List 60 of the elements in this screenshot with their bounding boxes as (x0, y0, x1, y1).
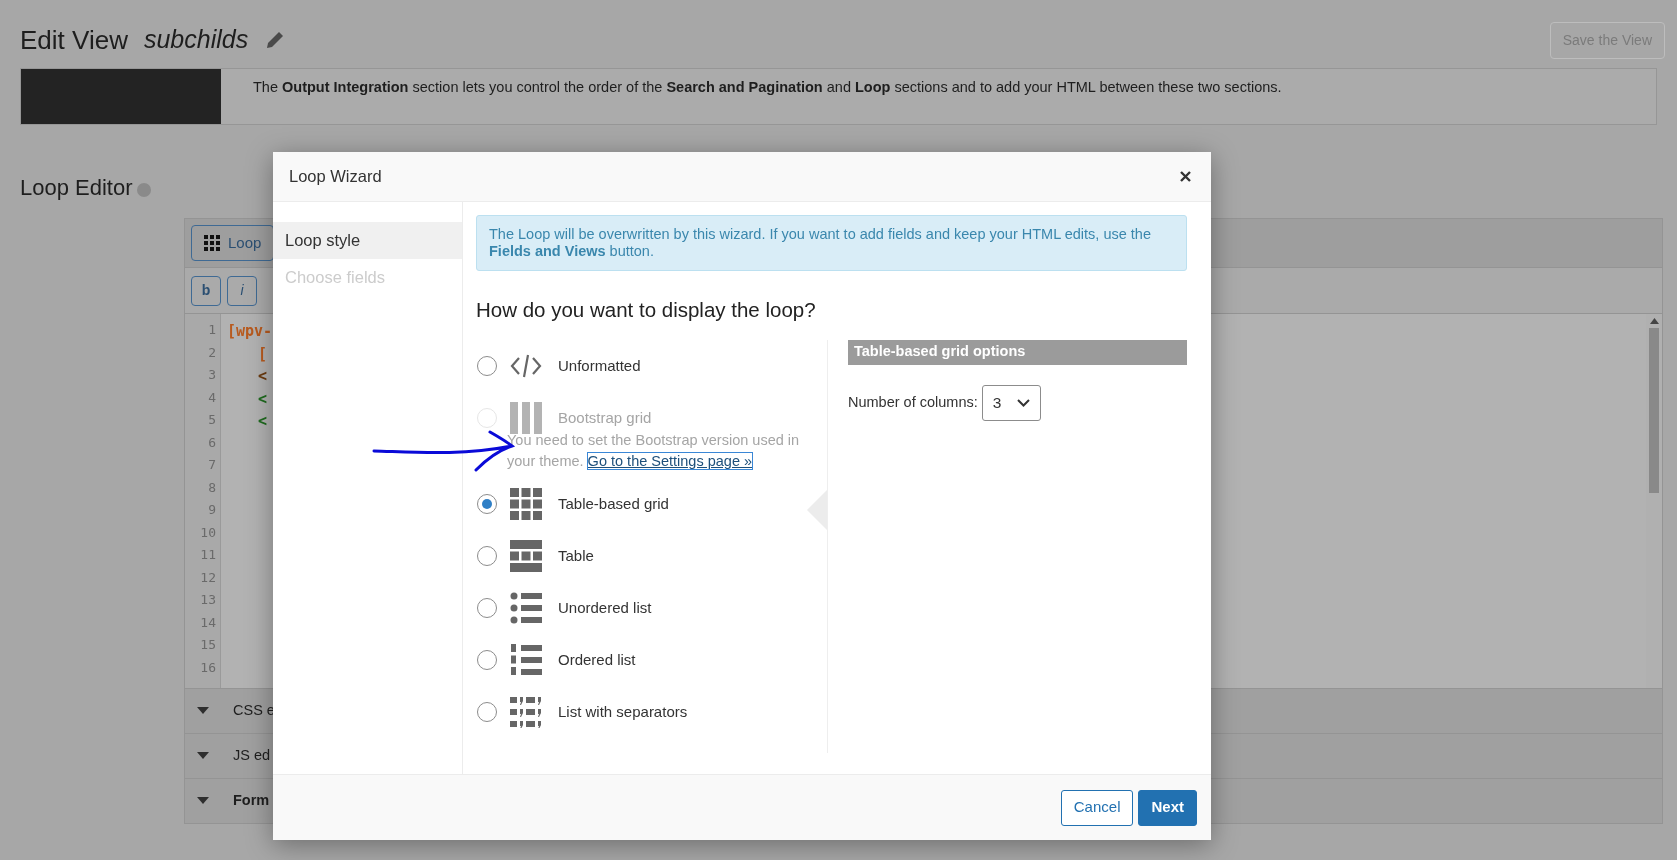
line-number: 3 (207, 366, 217, 384)
code-text: [ (258, 344, 268, 363)
line-number: 8 (207, 478, 217, 497)
option-label: Unformatted (558, 355, 641, 376)
option-label: Ordered list (558, 649, 636, 670)
section-title: Loop Editor (20, 174, 133, 202)
section-label: Form (232, 791, 270, 811)
caret-icon (197, 752, 209, 760)
line-number: 11 (199, 546, 217, 564)
line-number: 4 (207, 388, 217, 407)
code-text: < (258, 367, 268, 385)
format-button[interactable]: i (227, 275, 257, 306)
line-number: 13 (199, 591, 217, 609)
option-label: List with separators (558, 701, 688, 722)
code-text: [wpv- (227, 322, 273, 340)
line-number: 14 (199, 613, 217, 632)
question-heading: How do you want to display the loop? (476, 297, 817, 323)
line-number: 12 (199, 568, 217, 587)
info-box: The Loop will be overwritten by this wizard. If you want to add fields and keep your HTML edits, use the Fields and Views button. (476, 215, 1187, 271)
grid-icon (510, 487, 542, 520)
notice-text: The Output Integration section lets you control the order of the Search and Pagination and Loop sections and to add your HTML between these two sections. (252, 78, 1282, 97)
section-label: JS ed (232, 746, 271, 766)
scroll-up-icon[interactable] (1649, 318, 1659, 324)
option-label: Table (558, 545, 594, 566)
line-number: 10 (199, 523, 217, 542)
line-number: 9 (207, 501, 217, 519)
panel-header: Table-based grid options (848, 339, 1187, 365)
numbered-list-icon (510, 643, 542, 676)
chevron-down-icon (1016, 398, 1030, 407)
cancel-button[interactable]: Cancel (1060, 789, 1134, 826)
columns-icon (510, 401, 542, 434)
help-icon (136, 182, 151, 197)
code-text: < (258, 412, 268, 430)
table-icon (510, 539, 542, 572)
line-number: 2 (207, 343, 217, 362)
dialog-title: Loop Wizard (289, 166, 382, 188)
line-number: 16 (199, 658, 217, 677)
bootstrap-note: You need to set the Bootstrap version used in your theme. Go to the Settings page » (506, 430, 801, 471)
option-label: Table-based grid (558, 493, 669, 514)
page-title: Edit View (20, 23, 128, 57)
caret-icon (197, 707, 209, 715)
bulleted-list-icon (510, 591, 542, 624)
line-number: 15 (199, 636, 217, 654)
line-number: 7 (207, 456, 217, 474)
option-label: Unordered list (558, 597, 652, 618)
columns-select[interactable]: 3 (981, 384, 1041, 421)
next-button[interactable]: Next (1138, 789, 1197, 826)
caret-icon (197, 797, 209, 805)
separated-list-icon (510, 695, 542, 728)
field-label: Number of columns: (848, 392, 978, 412)
wizard-step[interactable]: Loop style (273, 222, 462, 259)
format-button[interactable]: b (191, 275, 221, 306)
grid-icon (204, 235, 220, 251)
close-icon (1179, 171, 1191, 182)
line-number: 1 (207, 321, 217, 339)
line-number: 6 (207, 433, 217, 452)
option-label: Bootstrap grid (558, 407, 652, 428)
line-number: 5 (207, 411, 217, 429)
view-name: subchilds (143, 24, 249, 56)
code-text: < (258, 389, 268, 408)
